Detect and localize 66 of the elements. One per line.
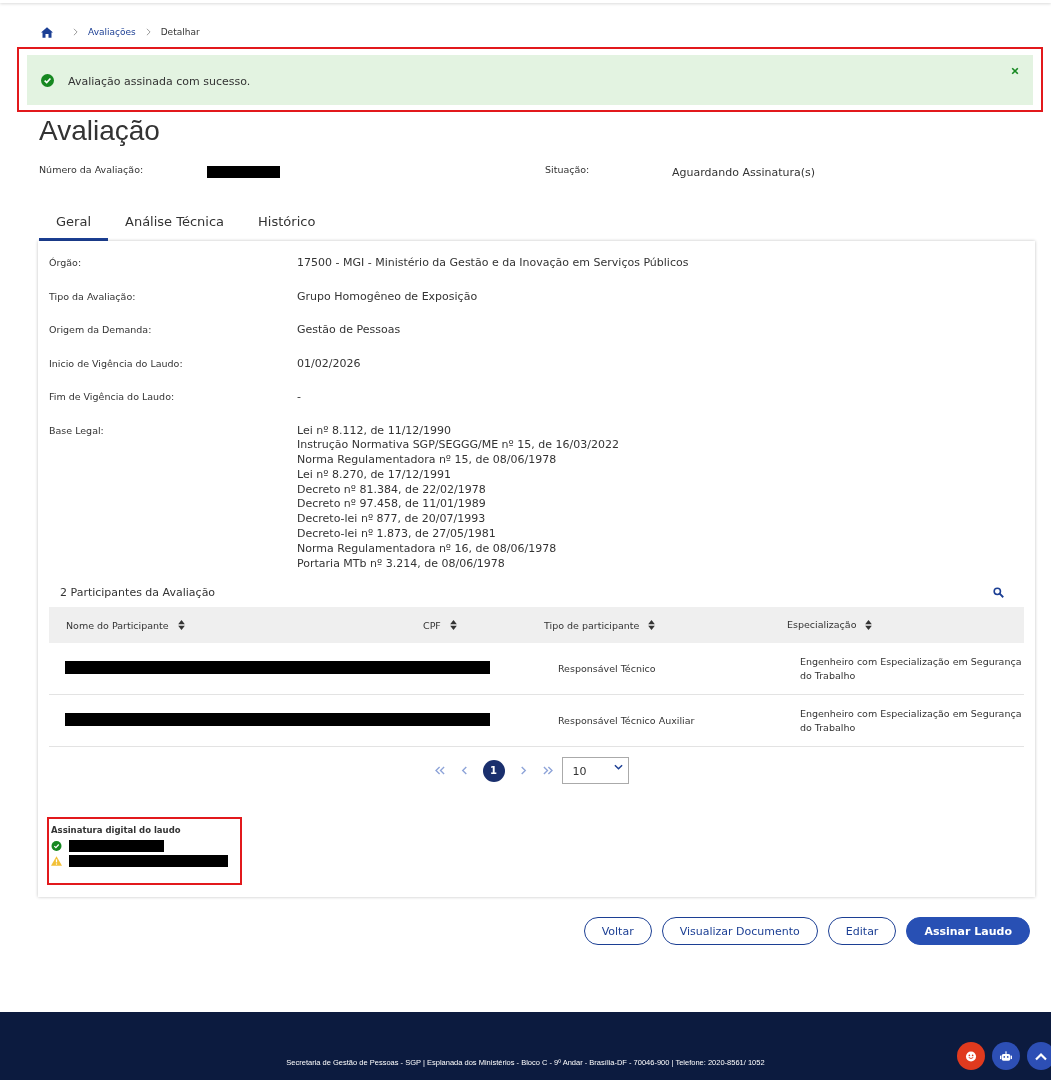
page-title: Avaliação bbox=[39, 114, 161, 148]
column-header[interactable]: Tipo de participante bbox=[544, 619, 640, 631]
field-value: Decreto nº 97.458, de 11/01/1989 bbox=[297, 496, 487, 513]
tab[interactable]: Análise Técnica bbox=[108, 210, 242, 241]
tab[interactable]: Geral bbox=[39, 210, 108, 241]
action-button[interactable]: Voltar bbox=[583, 917, 652, 945]
field-value: Decreto nº 81.384, de 22/02/1978 bbox=[297, 481, 487, 498]
smiley-icon bbox=[965, 1050, 977, 1062]
field-value: Grupo Homogêneo de Exposição bbox=[297, 288, 478, 305]
tab[interactable]: Histórico bbox=[241, 210, 333, 241]
chevron-icon bbox=[145, 28, 151, 36]
field-value: 01/02/2026 bbox=[297, 355, 361, 372]
field-value: Norma Regulamentadora nº 15, de 08/06/1978 bbox=[297, 452, 558, 469]
field-value: - bbox=[297, 389, 301, 405]
action-button[interactable]: Editar bbox=[827, 917, 897, 945]
action-button[interactable]: Assinar Laudo bbox=[906, 917, 1030, 945]
sort-icon[interactable] bbox=[177, 620, 185, 631]
field-label: Base Legal: bbox=[49, 424, 105, 438]
close-icon[interactable] bbox=[1011, 67, 1019, 75]
column-header[interactable]: Especialização bbox=[787, 618, 857, 633]
field-label: Origem da Demanda: bbox=[49, 324, 153, 337]
table-cell: Responsável Técnico bbox=[557, 663, 656, 675]
table-cell: Responsável Técnico Auxiliar bbox=[557, 715, 695, 727]
chevron-up-icon bbox=[1035, 1050, 1047, 1062]
field-value: Lei nº 8.112, de 11/12/1990 bbox=[297, 422, 453, 439]
column-header[interactable]: Nome do Participante bbox=[66, 619, 169, 631]
table-cell: Engenheiro com Especialização em Segurança do Trabalho bbox=[799, 707, 1022, 733]
section-title: Assinatura digital do laudo bbox=[51, 825, 182, 835]
warning-icon bbox=[51, 855, 62, 866]
breadcrumb-current: Detalhar bbox=[160, 27, 200, 37]
field-label: Número da Avaliação: bbox=[39, 164, 145, 175]
field-label: Situação: bbox=[545, 164, 591, 175]
field-label: Tipo da Avaliação: bbox=[49, 290, 137, 304]
check-circle-icon bbox=[41, 73, 54, 87]
robot-icon bbox=[1000, 1050, 1012, 1062]
search-icon[interactable] bbox=[993, 587, 1004, 599]
breadcrumb-link[interactable]: Avaliações bbox=[88, 27, 136, 37]
field-label: Inicio de Vigência do Laudo: bbox=[49, 357, 184, 371]
page-size-select[interactable]: 10 bbox=[561, 757, 629, 785]
section-title: 2 Participantes da Avaliação bbox=[60, 586, 216, 600]
field-value: Portaria MTb nº 3.214, de 08/06/1978 bbox=[297, 555, 506, 572]
sort-icon[interactable] bbox=[865, 620, 873, 631]
sort-icon[interactable] bbox=[449, 620, 457, 631]
scroll-top-button[interactable] bbox=[1027, 1042, 1051, 1070]
caret-icon bbox=[613, 764, 623, 771]
home-icon[interactable] bbox=[41, 26, 53, 38]
chevron-icon bbox=[73, 28, 78, 36]
chatbot-button[interactable] bbox=[992, 1042, 1020, 1070]
field-label: Fim de Vigência do Laudo: bbox=[49, 391, 176, 404]
smiley-button[interactable] bbox=[957, 1042, 985, 1070]
table-cell: Engenheiro com Especialização em Segurança do Trabalho bbox=[799, 655, 1022, 681]
field-value: Lei nº 8.270, de 17/12/1991 bbox=[297, 466, 453, 483]
field-value: Instrução Normativa SGP/SEGGG/ME nº 15, de 16/03/2022 bbox=[297, 437, 619, 454]
check-circle-icon bbox=[51, 840, 62, 851]
field-label: Órgão: bbox=[49, 257, 83, 270]
field-value: 17500 - MGI - Ministério da Gestão e da Inovação em Serviços Públicos bbox=[297, 255, 689, 271]
field-value: Norma Regulamentadora nº 16, de 08/06/1978 bbox=[297, 540, 558, 557]
alert-message: Avaliação assinada com sucesso. bbox=[68, 74, 251, 88]
page-number[interactable]: 1 bbox=[482, 759, 505, 782]
sort-icon[interactable] bbox=[648, 620, 656, 631]
field-value: Gestão de Pessoas bbox=[297, 322, 401, 338]
field-value: Decreto-lei nº 877, de 20/07/1993 bbox=[297, 511, 487, 528]
field-value: Aguardando Assinatura(s) bbox=[672, 166, 816, 179]
action-button[interactable]: Visualizar Documento bbox=[661, 917, 818, 945]
column-header[interactable]: CPF bbox=[423, 619, 441, 631]
field-value: Decreto-lei nº 1.873, de 27/05/1981 bbox=[297, 526, 497, 543]
